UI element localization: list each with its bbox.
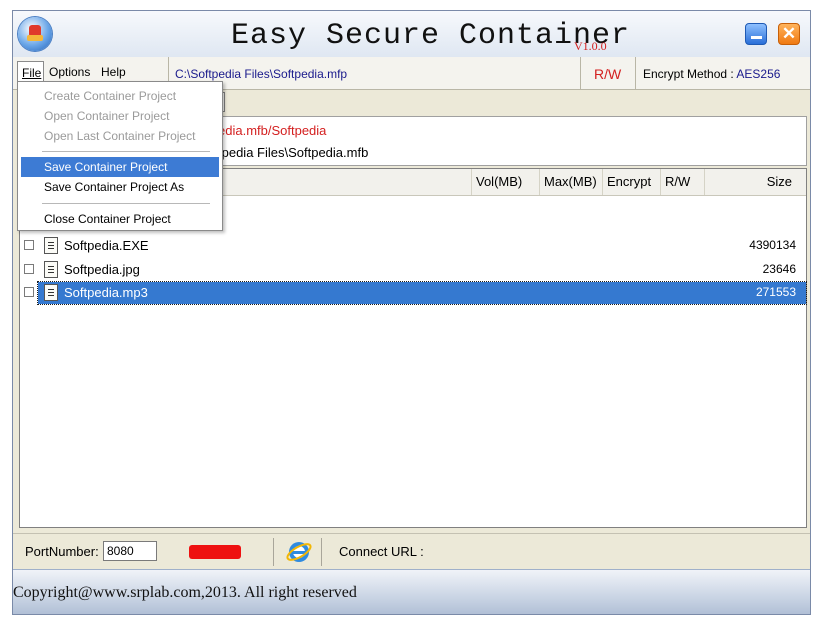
- file-size: 4390134: [749, 238, 796, 252]
- table-row[interactable]: Softpedia.mp3 271553: [20, 281, 807, 305]
- file-size: 271553: [755, 285, 796, 299]
- status-bar: PortNumber: Connect URL :: [13, 533, 810, 568]
- menu-separator: [42, 203, 210, 204]
- copyright-text: Copyright@www.srplab.com,2013. All right…: [13, 584, 357, 601]
- app-logo-icon: [18, 17, 52, 51]
- menu-item-save-project-as[interactable]: Save Container Project As: [21, 177, 219, 197]
- encrypt-method-value: AES256: [736, 67, 781, 81]
- column-encrypt[interactable]: Encrypt: [602, 169, 660, 195]
- file-icon: [44, 261, 58, 278]
- row-checkbox[interactable]: [24, 264, 34, 274]
- footer: Copyright@www.srplab.com,2013. All right…: [13, 569, 810, 614]
- menu-item-open-project[interactable]: Open Container Project: [21, 106, 219, 126]
- browser-icon[interactable]: [286, 539, 312, 565]
- menu-separator: [42, 151, 210, 152]
- file-icon: [44, 284, 58, 301]
- minimize-button[interactable]: [745, 23, 767, 45]
- menu-item-close-project[interactable]: Close Container Project: [21, 209, 219, 229]
- container-path: edia.mfb/Softpedia: [218, 123, 327, 138]
- file-name: Softpedia.jpg: [64, 262, 140, 277]
- menu-item-create-project[interactable]: Create Container Project: [21, 86, 219, 106]
- connect-url-label: Connect URL :: [339, 544, 424, 559]
- table-row[interactable]: Softpedia.EXE 4390134: [20, 235, 806, 257]
- column-max[interactable]: Max(MB): [539, 169, 602, 195]
- menu-help[interactable]: Help: [101, 65, 126, 79]
- encrypt-method: Encrypt Method : AES256: [643, 67, 780, 81]
- row-checkbox[interactable]: [24, 287, 34, 297]
- column-vol[interactable]: Vol(MB): [471, 169, 539, 195]
- title-bar[interactable]: Easy Secure Container V1.0.0 ✕: [13, 11, 810, 58]
- app-version: V1.0.0: [574, 39, 607, 53]
- file-icon: [44, 237, 58, 254]
- row-checkbox[interactable]: [24, 240, 34, 250]
- project-path: C:\Softpedia Files\Softpedia.mfp: [175, 67, 348, 81]
- menu-file[interactable]: File: [17, 61, 45, 83]
- table-row[interactable]: Softpedia.jpg 23646: [20, 259, 806, 281]
- menu-item-save-project[interactable]: Save Container Project: [21, 157, 219, 177]
- app-title: Easy Secure Container: [231, 19, 631, 53]
- column-size[interactable]: Size: [704, 169, 806, 195]
- column-rw[interactable]: R/W: [660, 169, 704, 195]
- file-size: 23646: [762, 262, 796, 276]
- file-menu-dropdown: Create Container Project Open Container …: [17, 81, 223, 231]
- menu-item-open-last-project[interactable]: Open Last Container Project: [21, 126, 219, 146]
- mode-indicator: R/W: [594, 66, 622, 82]
- file-name: Softpedia.mp3: [64, 285, 148, 300]
- close-button[interactable]: ✕: [778, 23, 800, 45]
- menu-options[interactable]: Options: [49, 65, 90, 79]
- port-input[interactable]: [103, 541, 157, 561]
- server-status-indicator: [189, 545, 241, 559]
- container-file: tpedia Files\Softpedia.mfb: [218, 145, 369, 160]
- port-label: PortNumber:: [25, 544, 99, 559]
- file-name: Softpedia.EXE: [64, 238, 149, 253]
- encrypt-method-label: Encrypt Method :: [643, 67, 734, 81]
